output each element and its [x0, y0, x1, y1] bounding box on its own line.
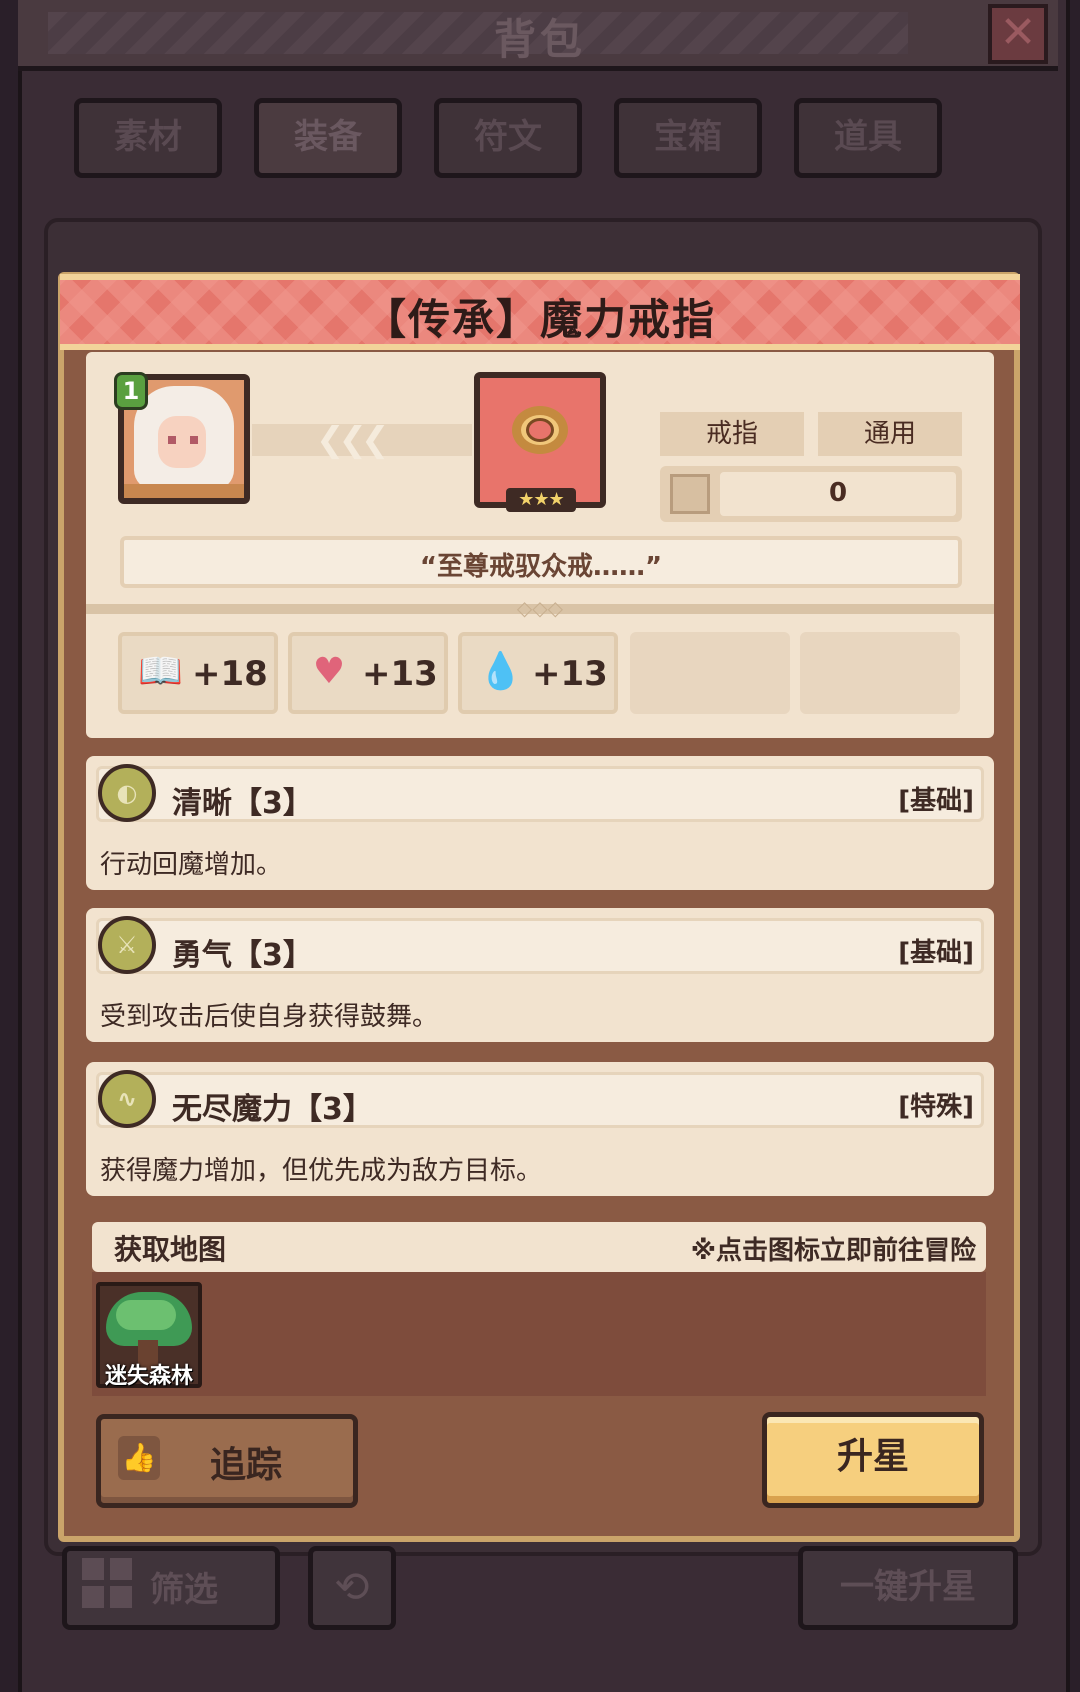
class-tag: 通用 [818, 412, 962, 456]
heart-icon: ♥ [312, 651, 346, 692]
chevron-left-icon: ❮❮❮ [316, 420, 390, 460]
bag-title: 背包 [493, 15, 586, 64]
stat-slot-empty [800, 632, 960, 714]
star-rating: ★★★ [506, 488, 576, 512]
one-key-upstar-button[interactable]: 一键升星 [798, 1546, 1018, 1630]
map-label: 迷失森林 [104, 1364, 193, 1389]
water-drop-icon: 💧 [478, 651, 523, 692]
skill-type-tag: [特殊] [898, 1092, 974, 1122]
tab-runes[interactable]: 符文 [434, 98, 582, 178]
close-button[interactable]: ✕ [988, 4, 1048, 64]
upstar-button[interactable]: 升星 [762, 1412, 984, 1508]
skill-type-tag: [基础] [898, 786, 974, 816]
courage-skill-icon: ⚔ [98, 916, 156, 974]
skill-type-tag: [基础] [898, 938, 974, 968]
tab-materials[interactable]: 素材 [74, 98, 222, 178]
filter-label: 筛选 [150, 1570, 218, 1610]
stat-slot-empty [630, 632, 790, 714]
skill-name: 勇气【3】 [172, 938, 313, 973]
grid-icon [82, 1558, 132, 1608]
skill-name: 无尽魔力【3】 [172, 1092, 373, 1127]
source-label: 获取地图 [114, 1233, 227, 1266]
track-label: 追踪 [210, 1445, 283, 1486]
tab-items[interactable]: 道具 [794, 98, 942, 178]
skill-name: 清晰【3】 [172, 786, 313, 821]
tab-chests[interactable]: 宝箱 [614, 98, 762, 178]
item-quote: “至尊戒驭众戒……” [419, 552, 663, 582]
stat-value: +13 [532, 654, 608, 694]
endless-mana-skill-icon: ∿ [98, 1070, 156, 1128]
skill-description: 获得魔力增加，但优先成为敌方目标。 [100, 1156, 543, 1186]
inventory-icon [670, 474, 710, 514]
clarity-skill-icon: ◐ [98, 764, 156, 822]
book-icon: 📖 [138, 651, 183, 692]
hero-level-badge: 1 [114, 372, 148, 410]
tab-equipment[interactable]: 装备 [254, 98, 402, 178]
skill-description: 行动回魔增加。 [100, 850, 283, 880]
owned-count-value: 0 [828, 478, 848, 508]
item-title: 【传承】魔力戒指 [363, 295, 716, 344]
stat-value: +18 [192, 654, 268, 694]
source-hint: ※点击图标立即前往冒险 [690, 1236, 976, 1266]
type-tag: 戒指 [660, 412, 804, 456]
stat-value: +13 [362, 654, 438, 694]
skill-description: 受到攻击后使自身获得鼓舞。 [100, 1002, 439, 1032]
divider-ornament: ◇◇◇ [516, 596, 564, 620]
refresh-button[interactable]: ⟲ [308, 1546, 396, 1630]
source-map-list [92, 1272, 986, 1396]
thumbs-up-icon: 👍 [118, 1436, 160, 1480]
